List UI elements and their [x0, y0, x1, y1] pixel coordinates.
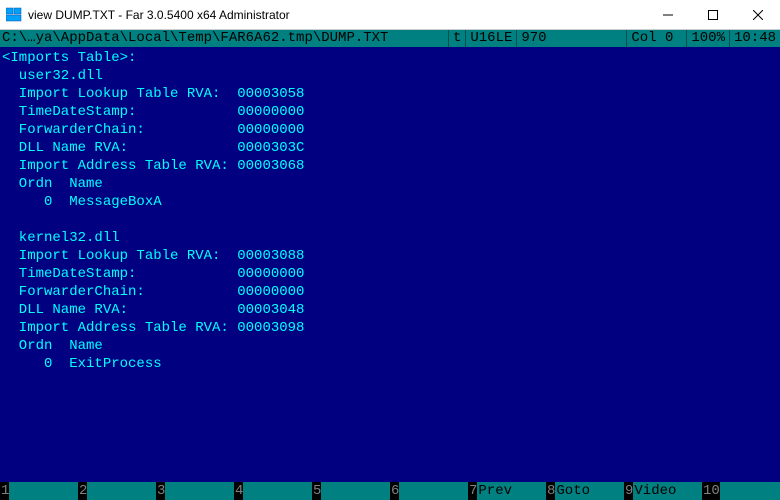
fkey-number: 10	[702, 482, 720, 500]
status-percent: 100%	[686, 30, 729, 47]
fkey-label: Goto	[555, 482, 624, 500]
fkey-6[interactable]: 6	[390, 482, 468, 500]
status-size: 970	[516, 30, 626, 47]
fkey-number: 4	[234, 482, 243, 500]
status-path: C:\…ya\AppData\Local\Temp\FAR6A62.tmp\DU…	[0, 30, 448, 47]
function-key-bar: 1 2 3 4 5 6 7Prev8Goto9Video10	[0, 482, 780, 500]
fkey-number: 5	[312, 482, 321, 500]
status-encoding: U16LE	[465, 30, 516, 47]
status-bar: C:\…ya\AppData\Local\Temp\FAR6A62.tmp\DU…	[0, 30, 780, 47]
window-controls	[645, 0, 780, 29]
fkey-10[interactable]: 10	[702, 482, 780, 500]
fkey-number: 6	[390, 482, 399, 500]
fkey-3[interactable]: 3	[156, 482, 234, 500]
fkey-label	[165, 482, 234, 500]
fkey-number: 1	[0, 482, 9, 500]
fkey-number: 3	[156, 482, 165, 500]
fkey-number: 2	[78, 482, 87, 500]
fkey-4[interactable]: 4	[234, 482, 312, 500]
status-time: 10:48	[729, 30, 780, 47]
window-title: view DUMP.TXT - Far 3.0.5400 x64 Adminis…	[28, 8, 645, 22]
fkey-label	[243, 482, 312, 500]
maximize-button[interactable]	[690, 0, 735, 29]
fkey-9[interactable]: 9Video	[624, 482, 702, 500]
app-icon	[6, 7, 22, 23]
fkey-label	[9, 482, 78, 500]
fkey-5[interactable]: 5	[312, 482, 390, 500]
fkey-8[interactable]: 8Goto	[546, 482, 624, 500]
fkey-label: Video	[633, 482, 702, 500]
fkey-7[interactable]: 7Prev	[468, 482, 546, 500]
fkey-label	[87, 482, 156, 500]
fkey-number: 9	[624, 482, 633, 500]
minimize-button[interactable]	[645, 0, 690, 29]
fkey-2[interactable]: 2	[78, 482, 156, 500]
fkey-number: 7	[468, 482, 477, 500]
fkey-label	[399, 482, 468, 500]
fkey-label	[321, 482, 390, 500]
status-column: Col 0	[626, 30, 686, 47]
fkey-number: 8	[546, 482, 555, 500]
window-titlebar: view DUMP.TXT - Far 3.0.5400 x64 Adminis…	[0, 0, 780, 30]
close-button[interactable]	[735, 0, 780, 29]
status-mode: t	[448, 30, 465, 47]
fkey-label	[720, 482, 780, 500]
fkey-label: Prev	[477, 482, 546, 500]
fkey-1[interactable]: 1	[0, 482, 78, 500]
viewer-content[interactable]: <Imports Table>: user32.dll Import Looku…	[0, 47, 780, 482]
